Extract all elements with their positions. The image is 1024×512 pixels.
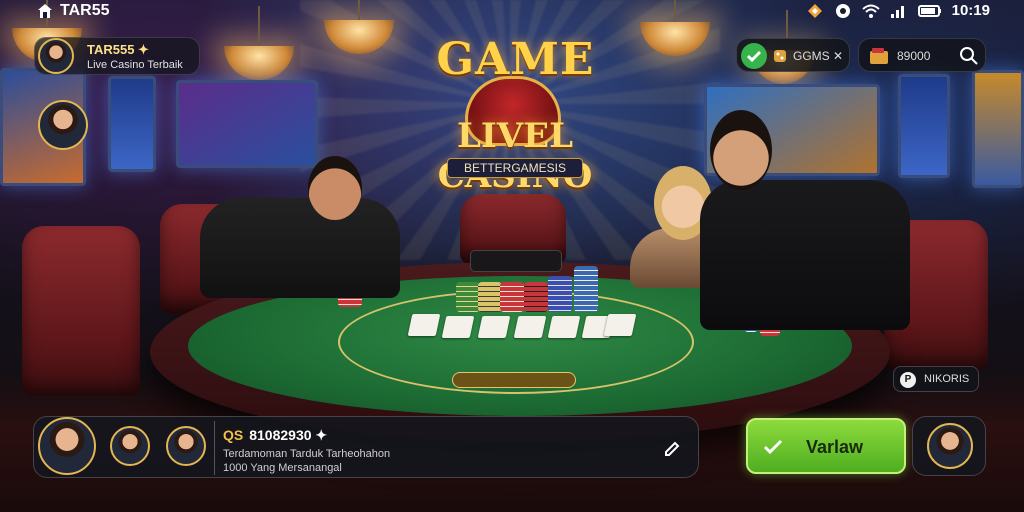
chip-stack (548, 276, 572, 312)
dealer-avatar[interactable] (38, 100, 88, 150)
player-avatar[interactable] (110, 426, 150, 466)
player-man-right (680, 110, 920, 330)
search-icon[interactable] (959, 46, 979, 66)
chip-stack (500, 282, 524, 312)
host-subtitle: Live Casino Terbaik (87, 59, 183, 71)
player-tag-text: NIKORIS (924, 373, 970, 385)
main-action-label: Varlaw (806, 437, 864, 457)
logo-subtitle: BETTERGAMESIS (447, 158, 583, 178)
player-left (200, 150, 410, 300)
checkmark-icon (763, 439, 783, 455)
chat-icon[interactable] (834, 3, 852, 19)
playing-card (513, 316, 547, 338)
main-action-button[interactable]: Varlaw (746, 418, 906, 474)
balance-pill[interactable]: 89000 (858, 38, 986, 72)
brand-name: TAR55 (60, 2, 110, 19)
player-avatar[interactable] (38, 417, 96, 475)
bet-detail: 1000 Yang Mersanangal (223, 462, 342, 474)
edit-icon[interactable] (662, 437, 684, 459)
status-pill[interactable]: GGMS ✕ (736, 38, 850, 72)
chip-stack (524, 282, 548, 312)
chip-stack (574, 266, 598, 312)
chip-stack (456, 282, 480, 312)
check-icon (741, 43, 767, 69)
player-torso (200, 198, 400, 298)
playing-card (477, 316, 511, 338)
host-card[interactable]: TAR555 ✦ Live Casino Terbaik (34, 37, 200, 75)
playing-card (441, 316, 475, 338)
bet-info: QS 81082930 ✦ Terdamoman Tarduk Tarheohah… (214, 421, 674, 475)
bet-description: Terdamoman Tarduk Tarheohahon (223, 448, 391, 460)
signal-icon (890, 5, 904, 18)
chair (22, 226, 140, 396)
bet-title-prefix: QS (223, 427, 244, 443)
logo-main-text: LIVEL CASINO (438, 116, 593, 196)
bet-detail-amount: 1000 (223, 462, 248, 474)
bet-title: QS 81082930 ✦ (223, 427, 327, 444)
wifi-icon (861, 4, 880, 18)
bottom-info-bar: QS 81082930 ✦ Terdamoman Tarduk Tarheohah… (33, 416, 699, 478)
status-pill-text: GGMS ✕ (793, 49, 844, 63)
host-name: TAR555 ✦ (87, 42, 149, 57)
playing-card (547, 316, 581, 338)
player-tag-icon: P (900, 372, 916, 388)
game-logo: GAME LIVEL CASINO BETTERGAMESIS (405, 10, 625, 196)
clock: 10:19 (951, 2, 990, 19)
table-plaque (452, 372, 576, 388)
wall-screen (108, 76, 156, 172)
dice-icon (774, 50, 786, 62)
bet-detail-text: Yang Mersanangal (250, 462, 342, 474)
profile-cap (912, 416, 986, 476)
notification-icon[interactable] (806, 3, 824, 19)
playing-card (407, 314, 441, 336)
chip-stack (478, 282, 502, 312)
player-head (710, 110, 772, 190)
player-torso (700, 180, 910, 330)
bet-title-text: 81082930 ✦ (249, 427, 328, 443)
battery-icon (917, 4, 941, 17)
home-icon[interactable] (37, 3, 53, 19)
profile-avatar[interactable] (927, 423, 973, 469)
logo-title: GAME (436, 34, 595, 85)
playing-card (603, 314, 637, 336)
wall-screen (972, 70, 1024, 188)
system-icons: 10:19 (806, 2, 990, 19)
chandelier (224, 6, 294, 80)
host-avatar (38, 38, 74, 74)
status-bar: TAR55 10:19 (0, 0, 1024, 24)
wallet-icon (870, 48, 888, 64)
player-head (308, 156, 362, 220)
player-tag-pill[interactable]: P NIKORIS (893, 366, 979, 392)
balance-amount: 89000 (897, 49, 931, 63)
dealer-box (470, 250, 562, 272)
player-avatar[interactable] (166, 426, 206, 466)
